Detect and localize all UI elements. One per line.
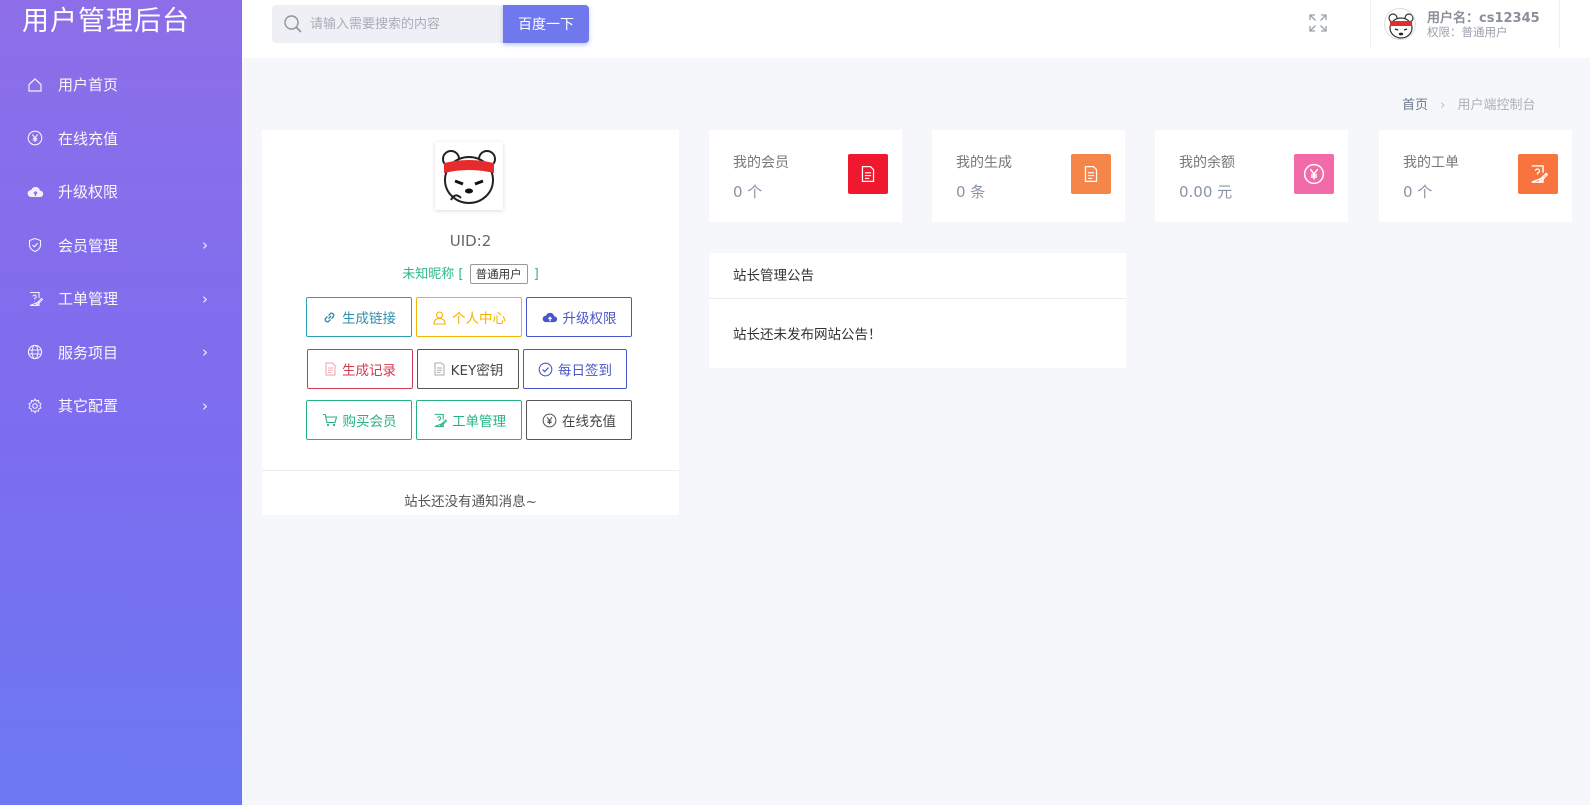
sidebar-nav: 用户首页 在线充值 升级权限 会员管理 › 工单管理 › 服务项目 › 其它配置… xyxy=(0,58,242,433)
announcement-title: 站长管理公告 xyxy=(709,253,1126,299)
uid-label: UID:2 xyxy=(449,232,492,250)
avatar[interactable] xyxy=(1384,8,1416,40)
announcement-panel: 站长管理公告 站长还未发布网站公告！ xyxy=(709,253,1126,368)
cloud-upload-icon xyxy=(542,311,558,324)
breadcrumb-home[interactable]: 首页 xyxy=(1402,98,1428,113)
home-icon xyxy=(26,76,44,94)
chevron-right-icon: › xyxy=(202,343,208,362)
search-input[interactable] xyxy=(310,5,500,43)
fullscreen-icon[interactable] xyxy=(1307,12,1329,34)
generation-records-button[interactable]: 生成记录 xyxy=(307,349,413,389)
stat-label: 我的工单 xyxy=(1403,155,1459,171)
shield-check-icon xyxy=(26,236,44,254)
yen-circle-icon xyxy=(1294,154,1334,194)
stat-card-generation: 我的生成 0 条 xyxy=(932,130,1125,222)
stat-label: 我的余额 xyxy=(1179,155,1235,171)
top-header: 百度一下 用户名：cs12345 权限：普通用户 xyxy=(242,0,1590,58)
sidebar-item-label: 升级权限 xyxy=(58,183,119,202)
document-icon xyxy=(324,362,337,376)
buy-membership-button[interactable]: 购买会员 xyxy=(306,400,412,440)
bracket-open: [ xyxy=(458,267,464,282)
personal-center-button[interactable]: 个人中心 xyxy=(416,297,522,337)
ticket-edit-icon xyxy=(432,413,447,428)
stat-value: 0 个 xyxy=(733,183,763,201)
document-icon xyxy=(433,362,446,376)
sidebar-item-label: 会员管理 xyxy=(58,236,119,255)
stat-card-balance: 我的余额 0.00 元 xyxy=(1155,130,1348,222)
daily-checkin-button[interactable]: 每日签到 xyxy=(523,349,627,389)
sidebar-item-home[interactable]: 用户首页 xyxy=(0,58,242,112)
sidebar-item-label: 用户首页 xyxy=(58,76,119,95)
notice-text: 站长还没有通知消息~ xyxy=(404,494,537,510)
announcement-body: 站长还未发布网站公告！ xyxy=(733,327,882,343)
online-recharge-button[interactable]: 在线充值 xyxy=(526,400,632,440)
yen-circle-icon xyxy=(26,129,44,147)
ticket-management-button[interactable]: 工单管理 xyxy=(416,400,522,440)
ticket-edit-icon xyxy=(26,290,44,308)
stat-label: 我的生成 xyxy=(956,155,1012,171)
chevron-right-icon: › xyxy=(202,236,208,255)
document-icon xyxy=(848,154,888,194)
chevron-right-icon: › xyxy=(202,396,208,415)
check-circle-icon xyxy=(538,362,553,377)
search-bar: 百度一下 xyxy=(272,5,589,43)
stat-value: 0 个 xyxy=(1403,183,1433,201)
sidebar-item-services[interactable]: 服务项目 › xyxy=(0,326,242,380)
brand-title: 用户管理后台 xyxy=(22,6,190,37)
breadcrumb-separator: › xyxy=(1440,98,1446,113)
generate-link-button[interactable]: 生成链接 xyxy=(306,297,412,337)
key-secret-button[interactable]: KEY密钥 xyxy=(417,349,519,389)
chevron-right-icon: › xyxy=(202,289,208,308)
search-icon xyxy=(283,14,303,38)
divider xyxy=(262,470,679,471)
breadcrumb-current: 用户端控制台 xyxy=(1457,98,1536,113)
sidebar-item-label: 其它配置 xyxy=(58,397,119,416)
sidebar-item-member[interactable]: 会员管理 › xyxy=(0,219,242,273)
sidebar-item-label: 工单管理 xyxy=(58,290,119,309)
nickname: 未知昵称 xyxy=(402,267,455,282)
sidebar-item-ticket[interactable]: 工单管理 › xyxy=(0,272,242,326)
profile-card: UID:2 未知昵称 [ 普通用户 ] 生成链接 个人中心 升级权限 生成记录 … xyxy=(262,130,679,515)
search-button[interactable]: 百度一下 xyxy=(503,5,589,43)
user-info[interactable]: 用户名：cs12345 权限：普通用户 xyxy=(1370,0,1560,48)
sidebar-item-label: 服务项目 xyxy=(58,343,119,362)
avatar xyxy=(435,142,503,210)
link-icon xyxy=(322,310,337,325)
level-badge: 普通用户 xyxy=(469,264,528,284)
bracket-close: ] xyxy=(533,267,539,282)
sidebar-item-recharge[interactable]: 在线充值 xyxy=(0,112,242,166)
ticket-edit-icon xyxy=(1518,154,1558,194)
sidebar: 用户管理后台 用户首页 在线充值 升级权限 会员管理 › 工单管理 › 服务项目… xyxy=(0,0,242,805)
globe-icon xyxy=(26,343,44,361)
stat-value: 0.00 元 xyxy=(1179,183,1233,201)
document-icon xyxy=(1071,154,1111,194)
upgrade-permission-button[interactable]: 升级权限 xyxy=(526,297,632,337)
cloud-upload-icon xyxy=(26,183,44,201)
nickname-row: 未知昵称 [ 普通用户 ] xyxy=(262,263,679,284)
role-label: 权限：普通用户 xyxy=(1427,25,1508,39)
sidebar-item-settings[interactable]: 其它配置 › xyxy=(0,379,242,433)
stat-label: 我的会员 xyxy=(733,155,789,171)
sidebar-item-upgrade[interactable]: 升级权限 xyxy=(0,165,242,219)
user-icon xyxy=(432,310,447,325)
yen-circle-icon xyxy=(542,413,557,428)
stat-card-membership: 我的会员 0 个 xyxy=(709,130,902,222)
stat-value: 0 条 xyxy=(956,183,986,201)
stat-card-tickets: 我的工单 0 个 xyxy=(1379,130,1572,222)
breadcrumb: 首页 › 用户端控制台 xyxy=(1402,94,1536,113)
gear-icon xyxy=(26,397,44,415)
cart-icon xyxy=(322,413,338,427)
search-box xyxy=(272,5,503,43)
sidebar-item-label: 在线充值 xyxy=(58,129,119,148)
